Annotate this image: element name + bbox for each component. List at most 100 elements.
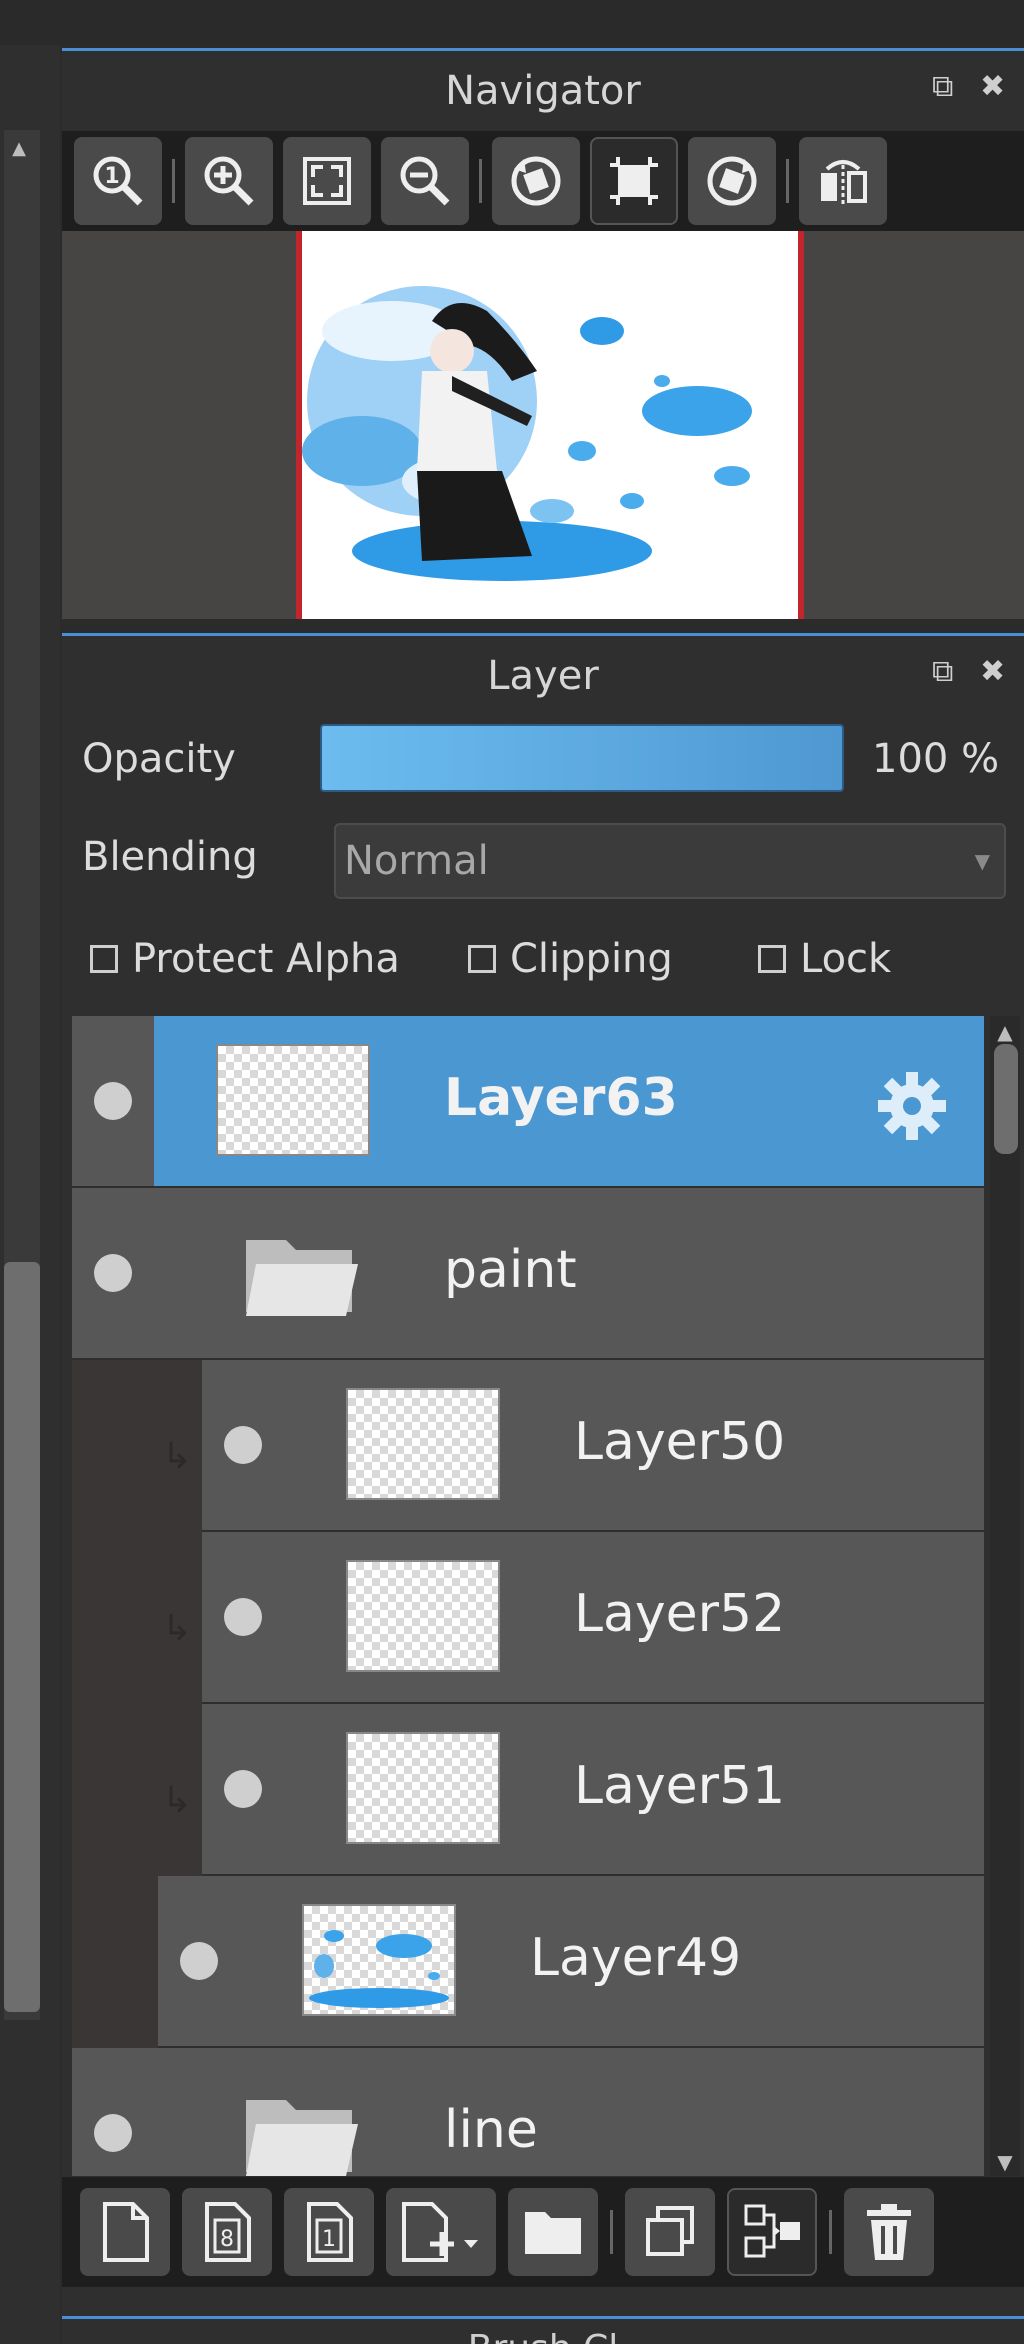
artwork-preview	[302, 286, 752, 581]
layer-list-scroll-thumb[interactable]	[994, 1044, 1018, 1154]
layer-name: paint	[444, 1240, 577, 1300]
add-layer-menu-button[interactable]	[386, 2188, 496, 2276]
protect-alpha-label: Protect Alpha	[132, 936, 400, 982]
layer-name: Layer51	[574, 1756, 786, 1816]
zoom-actual-button[interactable]: 1	[74, 137, 162, 225]
rotate-right-button[interactable]	[688, 137, 776, 225]
visibility-toggle-icon[interactable]	[180, 1942, 218, 1980]
new-8bit-layer-button[interactable]: 8	[182, 2188, 272, 2276]
zoom-in-icon	[204, 156, 254, 206]
scroll-up-arrow-icon[interactable]: ▲	[990, 1020, 1020, 1044]
lock-label: Lock	[800, 936, 892, 982]
fit-canvas-button[interactable]	[590, 137, 678, 225]
layer-list: Layer63 paint Layer50 ↳ Layer52 ↳ Layer5…	[72, 1016, 984, 2176]
visibility-toggle-icon[interactable]	[224, 1598, 262, 1636]
clipping-indicator-icon: ↳	[162, 1436, 193, 1477]
layer-thumbnail	[346, 1732, 500, 1844]
toolbar-separator	[610, 2210, 613, 2254]
fit-screen-button[interactable]	[283, 137, 371, 225]
new-8bit-layer-icon: 8	[205, 2202, 251, 2262]
left-scroll-up-arrow[interactable]: ▲	[4, 138, 34, 160]
top-bar	[0, 0, 1024, 45]
layer49-thumbnail-art	[309, 1930, 449, 2008]
opacity-value: 100 %	[872, 736, 1000, 782]
layer-panel-title: Layer	[487, 653, 599, 699]
canvas-thumbnail	[296, 231, 804, 619]
zoom-in-button[interactable]	[185, 137, 273, 225]
layer-toolbar: 8 1	[62, 2177, 1024, 2287]
layer-row-layer51[interactable]: Layer51	[202, 1704, 984, 1876]
svg-text:8: 8	[220, 2227, 234, 2252]
delete-layer-icon	[867, 2204, 911, 2260]
layer-thumbnail	[216, 1044, 370, 1156]
visibility-toggle-icon[interactable]	[224, 1770, 262, 1808]
layer-panel: Layer ⧉ ✖ Opacity 100 % Blending Normal …	[62, 633, 1024, 2344]
rotate-right-icon	[707, 156, 757, 206]
new-layer-icon	[103, 2202, 149, 2262]
layer-row-line-folder[interactable]: line	[72, 2048, 984, 2176]
rotate-left-button[interactable]	[492, 137, 580, 225]
checkbox-icon	[90, 945, 118, 973]
layer-row-layer50[interactable]: Layer50	[202, 1360, 984, 1532]
close-panel-icon[interactable]: ✖	[980, 654, 1005, 689]
dropdown-arrow-icon: ▼	[974, 849, 990, 873]
opacity-slider[interactable]	[320, 724, 844, 792]
gear-icon[interactable]	[872, 1066, 952, 1146]
fit-canvas-icon	[610, 157, 658, 205]
add-layer-menu-icon	[402, 2202, 478, 2262]
new-folder-button[interactable]	[508, 2188, 598, 2276]
visibility-toggle-icon[interactable]	[94, 2114, 132, 2152]
blending-value: Normal	[344, 838, 489, 884]
float-panel-icon[interactable]: ⧉	[932, 69, 953, 104]
layer-row-paint-folder[interactable]: paint	[72, 1188, 984, 1360]
brush-control-panel-title: Brush Cl	[62, 2316, 1024, 2344]
layer-list-scrollbar[interactable]	[990, 1016, 1020, 2176]
visibility-toggle-icon[interactable]	[94, 1082, 132, 1120]
new-layer-button[interactable]	[80, 2188, 170, 2276]
clipping-checkbox[interactable]: Clipping	[468, 936, 673, 982]
layer-thumbnail	[346, 1560, 500, 1672]
flip-horizontal-button[interactable]	[799, 137, 887, 225]
close-panel-icon[interactable]: ✖	[980, 69, 1005, 104]
navigator-preview[interactable]	[62, 231, 1024, 619]
left-scroll-thumb[interactable]	[4, 1262, 40, 2012]
toolbar-separator	[829, 2210, 832, 2254]
navigator-toolbar: 1	[62, 131, 1024, 231]
duplicate-layer-button[interactable]	[625, 2188, 715, 2276]
visibility-toggle-icon[interactable]	[224, 1426, 262, 1464]
layer-row-layer63[interactable]: Layer63	[72, 1016, 984, 1188]
layer-row-layer52[interactable]: Layer52	[202, 1532, 984, 1704]
layer-thumbnail	[302, 1904, 456, 2016]
layer-name: Layer49	[530, 1928, 742, 1988]
navigator-title: Navigator	[445, 68, 641, 114]
float-panel-icon[interactable]: ⧉	[932, 654, 953, 689]
scroll-down-arrow-icon[interactable]: ▼	[990, 2150, 1020, 2174]
new-1bit-layer-icon: 1	[307, 2202, 353, 2262]
clipping-indicator-icon: ↳	[162, 1608, 193, 1649]
merge-down-button[interactable]	[727, 2188, 817, 2276]
toolbar-separator	[786, 159, 789, 203]
lock-checkbox[interactable]: Lock	[758, 936, 891, 982]
layer-row-layer49[interactable]: Layer49	[158, 1876, 984, 2048]
new-1bit-layer-button[interactable]: 1	[284, 2188, 374, 2276]
duplicate-layer-icon	[646, 2206, 694, 2256]
zoom-actual-icon: 1	[93, 156, 143, 206]
blending-label: Blending	[82, 834, 258, 880]
folder-icon	[246, 1240, 358, 1316]
checkbox-icon	[468, 945, 496, 973]
opacity-label: Opacity	[82, 736, 236, 782]
delete-layer-button[interactable]	[844, 2188, 934, 2276]
blending-select[interactable]: Normal ▼	[334, 823, 1006, 899]
new-folder-icon	[525, 2212, 581, 2254]
layer-name: Layer63	[444, 1068, 678, 1128]
layer-thumbnail	[346, 1388, 500, 1500]
merge-down-icon	[744, 2204, 800, 2258]
checkbox-icon	[758, 945, 786, 973]
clipping-label: Clipping	[510, 936, 673, 982]
protect-alpha-checkbox[interactable]: Protect Alpha	[90, 936, 400, 982]
navigator-panel: Navigator ⧉ ✖ 1	[62, 48, 1024, 619]
rotate-left-icon	[511, 156, 561, 206]
flip-horizontal-icon	[821, 160, 867, 205]
visibility-toggle-icon[interactable]	[94, 1254, 132, 1292]
zoom-out-button[interactable]	[381, 137, 469, 225]
